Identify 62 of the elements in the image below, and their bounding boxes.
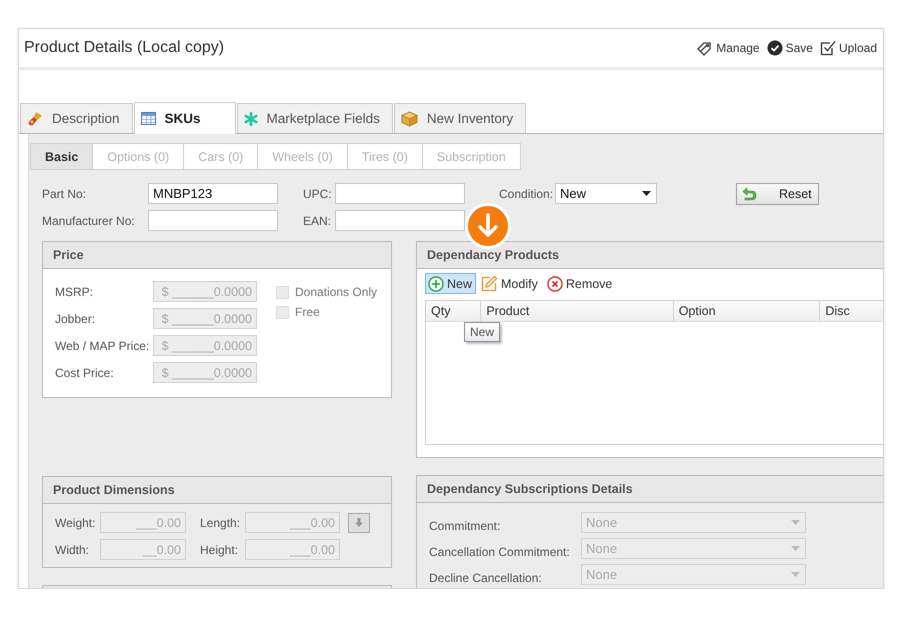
column-header[interactable]: Option bbox=[674, 301, 820, 321]
checkbox-label: Free bbox=[295, 305, 320, 319]
field-label: Web / MAP Price: bbox=[55, 338, 150, 352]
panel-title: Dependancy Subscriptions Details bbox=[427, 482, 633, 496]
text-field[interactable] bbox=[335, 183, 465, 204]
arrow-button[interactable] bbox=[348, 512, 370, 532]
field-label: Length: bbox=[200, 516, 242, 530]
field-label: MSRP: bbox=[55, 284, 94, 298]
toolbar-button[interactable]: Remove bbox=[544, 273, 616, 294]
caret-icon bbox=[791, 572, 800, 577]
tab[interactable]: New Inventory bbox=[394, 103, 526, 133]
tooltip: New bbox=[464, 322, 500, 342]
field-label: EAN: bbox=[303, 214, 332, 228]
field-label: Cancellation Commitment: bbox=[429, 544, 571, 558]
toolbar-button[interactable]: New bbox=[425, 273, 476, 294]
text-field[interactable]: MNBP123 bbox=[148, 183, 278, 204]
tag-icon bbox=[696, 40, 714, 56]
field-label: Part No: bbox=[42, 186, 88, 200]
field-label: Width: bbox=[55, 542, 90, 556]
table-icon bbox=[140, 112, 156, 125]
down-arrow-icon bbox=[355, 518, 363, 527]
caret-icon bbox=[791, 546, 800, 551]
pencil-icon bbox=[481, 275, 498, 292]
field-label: Decline Cancellation: bbox=[429, 570, 543, 584]
plus-circle-icon bbox=[428, 276, 444, 292]
toolbar-button[interactable]: Save bbox=[766, 40, 813, 56]
asterisk-icon bbox=[244, 112, 258, 126]
field-label: Cost Price: bbox=[55, 366, 115, 380]
caret-icon bbox=[791, 520, 800, 525]
condition-dropdown[interactable]: New bbox=[555, 183, 657, 204]
tab[interactable]: Marketplace Fields bbox=[236, 103, 393, 133]
field-label: Manufacturer No: bbox=[42, 214, 136, 228]
panel-title: Price bbox=[53, 248, 84, 262]
column-header[interactable]: Product bbox=[481, 301, 674, 321]
column-header[interactable]: Qty bbox=[426, 301, 482, 321]
panel-title: Dependancy Products bbox=[427, 248, 559, 262]
text-field[interactable] bbox=[335, 210, 465, 231]
field-label: Condition: bbox=[499, 186, 554, 200]
checkbox-label: Donations Only bbox=[295, 285, 378, 299]
field-label: Commitment: bbox=[429, 518, 502, 532]
toolbar-button[interactable]: Manage bbox=[696, 40, 760, 56]
text-field[interactable] bbox=[148, 210, 278, 231]
panel-title: Product Dimensions bbox=[53, 483, 175, 497]
field-label: UPC: bbox=[303, 186, 333, 200]
checkbox-icon bbox=[820, 40, 836, 56]
caret-icon bbox=[642, 191, 651, 196]
tab[interactable]: Description bbox=[20, 103, 133, 133]
undo-arrow-icon bbox=[741, 186, 757, 200]
reset-button[interactable]: Reset bbox=[736, 182, 819, 204]
toolbar-button[interactable]: Modify bbox=[478, 273, 542, 294]
field-label: Weight: bbox=[55, 516, 96, 530]
subtab[interactable]: Basic bbox=[30, 143, 94, 170]
remove-circle-icon bbox=[546, 276, 563, 292]
paint-brush-icon bbox=[27, 110, 43, 126]
field-label: Jobber: bbox=[55, 312, 96, 326]
tab[interactable]: SKUs bbox=[134, 102, 236, 134]
box-icon bbox=[400, 110, 418, 126]
column-header[interactable]: Disc bbox=[820, 301, 883, 321]
window-title: Product Details (Local copy) bbox=[24, 39, 224, 57]
check-circle-icon bbox=[766, 40, 783, 56]
field-label: Height: bbox=[200, 542, 240, 556]
toolbar-button[interactable]: Upload bbox=[820, 40, 877, 56]
